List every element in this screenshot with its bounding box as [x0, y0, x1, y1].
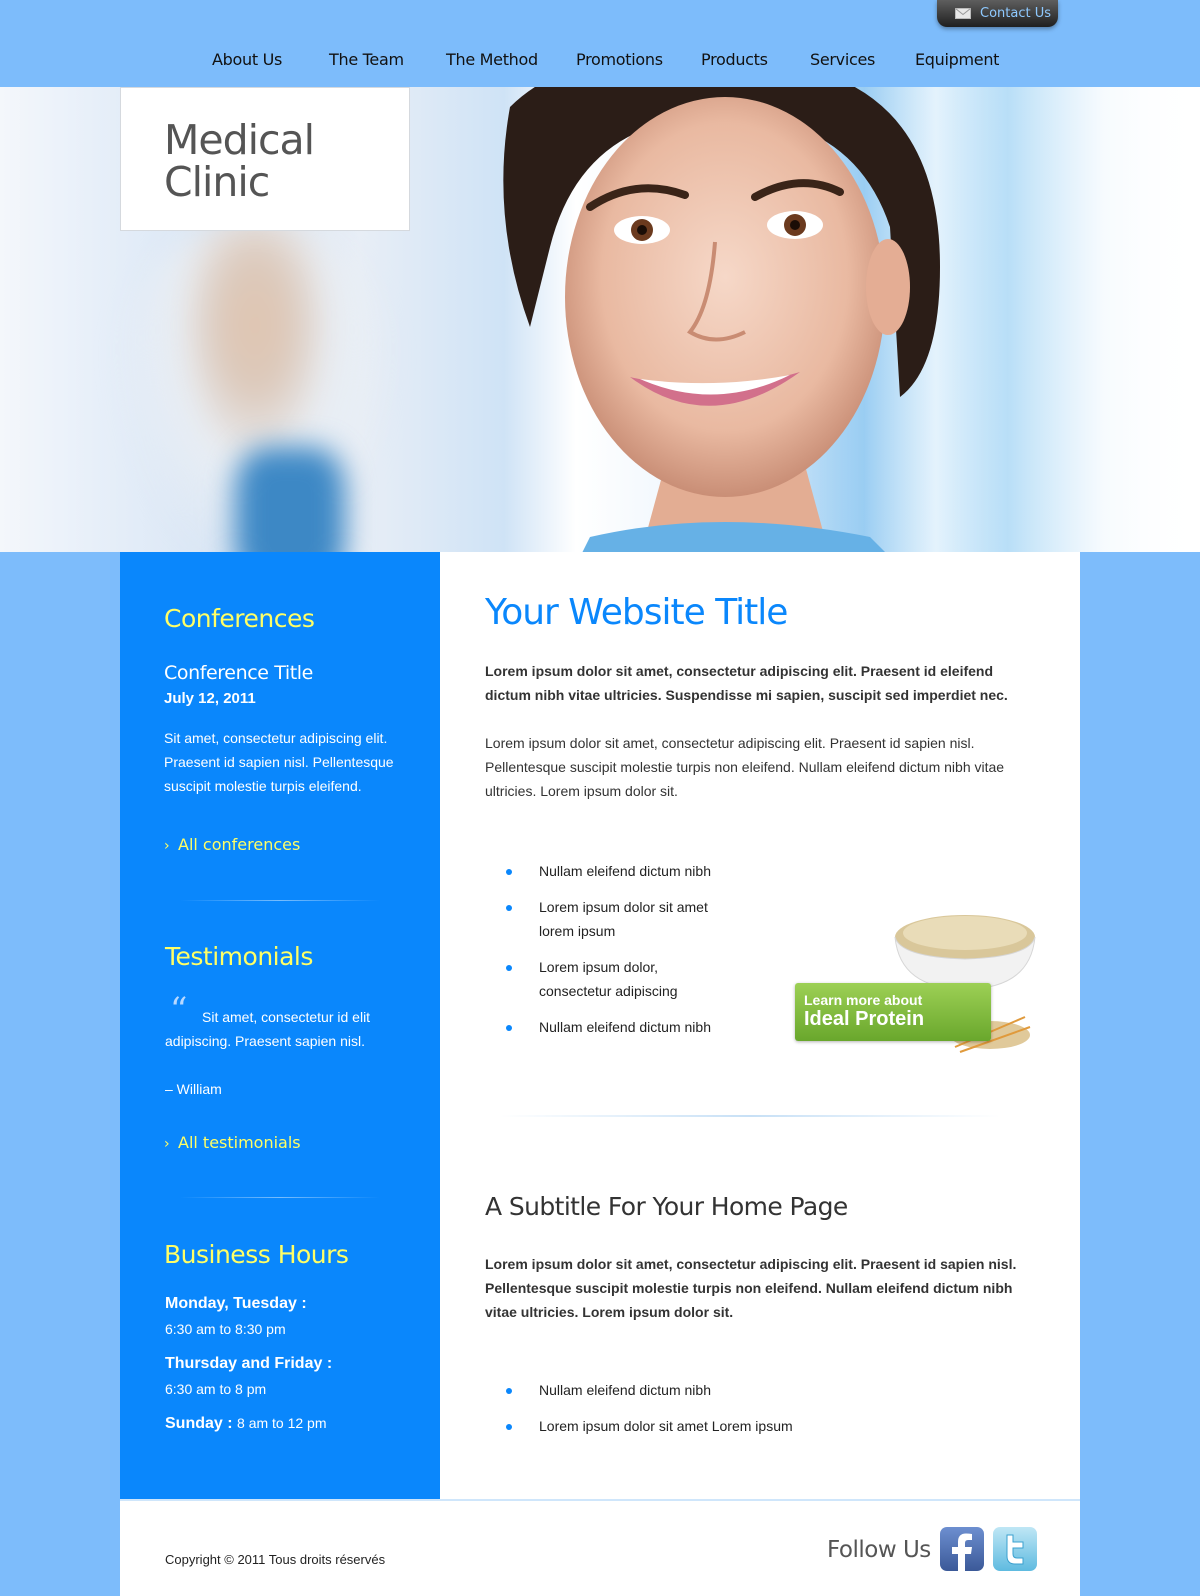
sidebar: Conferences Conference Title July 12, 20…	[120, 552, 440, 1499]
site-logo[interactable]: Medical Clinic	[120, 87, 410, 231]
list-item: Nullam eleifend dictum nibh	[485, 859, 715, 883]
testimonial-quote: Sit amet, consectetur id elit adipiscing…	[165, 1009, 371, 1049]
hours-time-1: 6:30 am to 8:30 pm	[165, 1321, 286, 1337]
nav-equipment[interactable]: Equipment	[915, 50, 999, 69]
business-hours-heading: Business Hours	[164, 1240, 349, 1269]
conference-title: Conference Title	[164, 662, 313, 684]
facebook-icon	[952, 1533, 972, 1571]
logo-line-1: Medical	[164, 116, 315, 164]
conference-description: Sit amet, consectetur adipiscing elit. P…	[164, 730, 394, 794]
all-conferences-link[interactable]: › All conferences	[164, 835, 300, 854]
feature-list: Nullam eleifend dictum nibh Lorem ipsum …	[485, 859, 715, 1039]
nav-the-team[interactable]: The Team	[329, 50, 404, 69]
chevron-right-icon: ›	[164, 1136, 170, 1152]
list-item: Nullam eleifend dictum nibh	[485, 1015, 715, 1039]
testimonial-author: – William	[165, 1081, 222, 1097]
twitter-icon	[1006, 1534, 1024, 1565]
hours-row-3: Sunday : 8 am to 12 pm	[165, 1415, 327, 1433]
page-title: Your Website Title	[485, 592, 788, 633]
sidebar-divider	[180, 900, 380, 901]
facebook-link[interactable]	[940, 1527, 984, 1571]
footer: Copyright © 2011 Tous droits réservés Fo…	[120, 1499, 1080, 1596]
list-item: Lorem ipsum dolor sit amet Lorem ipsum	[485, 1414, 935, 1438]
nav-the-method[interactable]: The Method	[446, 50, 538, 69]
hours-time-2: 6:30 am to 8 pm	[165, 1381, 267, 1397]
hours-days-2: Thursday and Friday :	[165, 1355, 333, 1372]
list-item: Lorem ipsum dolor, consectetur adipiscin…	[485, 955, 715, 1003]
sidebar-divider	[180, 1197, 380, 1198]
feature-list-2: Nullam eleifend dictum nibh Lorem ipsum …	[485, 1378, 935, 1438]
logo-line-2: Clinic	[164, 158, 270, 206]
intro-paragraph: Lorem ipsum dolor sit amet, consectetur …	[485, 735, 1005, 799]
protein-bowl-image	[894, 915, 1036, 990]
all-testimonials-link[interactable]: › All testimonials	[164, 1133, 301, 1152]
main-content: Your Website Title Lorem ipsum dolor sit…	[440, 552, 1080, 1499]
nav-products[interactable]: Products	[701, 50, 768, 69]
copyright-text: Copyright © 2011 Tous droits réservés	[165, 1552, 386, 1567]
follow-us-label: Follow Us	[827, 1537, 931, 1563]
ideal-protein-promo[interactable]: Learn more about Ideal Protein	[795, 897, 1075, 1067]
contact-us-label: Contact Us	[980, 6, 1051, 21]
hours-time-3: 8 am to 12 pm	[237, 1415, 327, 1431]
hero-portrait	[503, 87, 940, 552]
list-item: Lorem ipsum dolor sit amet lorem ipsum	[485, 895, 715, 943]
hours-days-1: Monday, Tuesday :	[165, 1295, 307, 1312]
twitter-link[interactable]	[993, 1527, 1037, 1571]
testimonials-heading: Testimonials	[165, 942, 313, 971]
hours-days-3: Sunday :	[165, 1415, 233, 1432]
conference-date: July 12, 2011	[164, 690, 256, 707]
all-conferences-label: All conferences	[178, 835, 301, 854]
nav-services[interactable]: Services	[810, 50, 875, 69]
nav-promotions[interactable]: Promotions	[576, 50, 663, 69]
all-testimonials-label: All testimonials	[178, 1133, 301, 1152]
promo-line-1: Learn more about	[804, 992, 923, 1008]
page-subtitle: A Subtitle For Your Home Page	[485, 1192, 848, 1221]
contact-us-button[interactable]: Contact Us	[937, 0, 1058, 27]
nav-about-us[interactable]: About Us	[212, 50, 282, 69]
mail-icon	[955, 8, 971, 19]
section-divider	[500, 1115, 1000, 1117]
main-nav: About Us The Team The Method Promotions …	[0, 50, 1200, 78]
subtitle-bold-paragraph: Lorem ipsum dolor sit amet, consectetur …	[485, 1256, 1017, 1320]
promo-banner: Learn more about Ideal Protein	[795, 983, 991, 1041]
hero-doctor-tie-blur	[235, 447, 345, 552]
promo-line-2: Ideal Protein	[804, 1008, 925, 1030]
intro-bold-paragraph: Lorem ipsum dolor sit amet, consectetur …	[485, 663, 1008, 703]
list-item: Nullam eleifend dictum nibh	[485, 1378, 935, 1402]
chevron-right-icon: ›	[164, 838, 170, 854]
conferences-heading: Conferences	[164, 604, 315, 633]
